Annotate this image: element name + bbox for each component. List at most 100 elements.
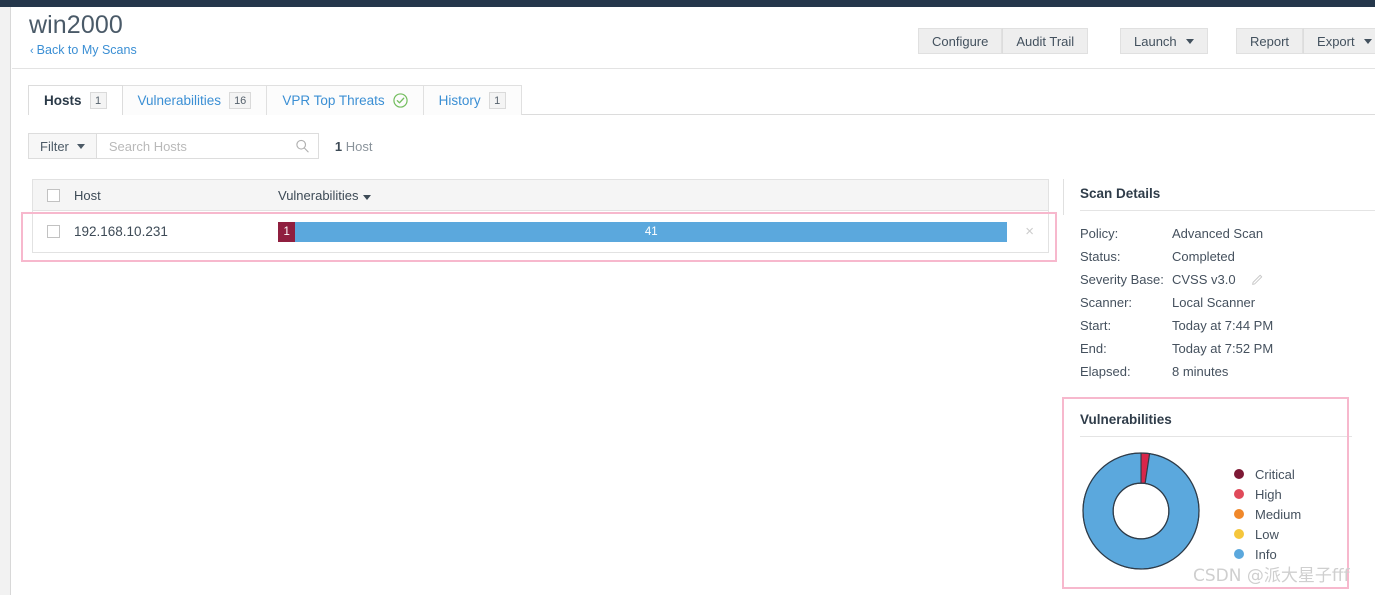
chart-legend: Critical High Medium Low Info bbox=[1234, 464, 1301, 564]
legend-dot-medium bbox=[1234, 509, 1244, 519]
tab-history-label: History bbox=[438, 93, 481, 108]
chevron-down-icon bbox=[76, 143, 85, 149]
left-rail bbox=[0, 7, 11, 595]
remove-host-icon[interactable]: × bbox=[1025, 224, 1034, 239]
detail-value-end: Today at 7:52 PM bbox=[1172, 341, 1274, 356]
export-button-label: Export bbox=[1317, 33, 1355, 49]
host-count-number: 1 bbox=[334, 138, 343, 154]
back-to-my-scans-link[interactable]: ‹ Back to My Scans bbox=[30, 43, 137, 57]
legend-item-critical[interactable]: Critical bbox=[1234, 464, 1301, 484]
tab-hosts-badge: 1 bbox=[89, 92, 107, 109]
chevron-down-icon bbox=[1363, 38, 1372, 44]
chevron-left-icon: ‹ bbox=[30, 45, 34, 57]
detail-label-severity-base: Severity Base: bbox=[1080, 272, 1164, 287]
row-checkbox[interactable] bbox=[47, 225, 60, 238]
column-header-host[interactable]: Host bbox=[74, 188, 278, 203]
detail-value-scanner: Local Scanner bbox=[1172, 295, 1256, 310]
detail-row-end: End: Today at 7:52 PM bbox=[1080, 337, 1375, 360]
vulnerabilities-chart-area: Critical High Medium Low Info bbox=[1080, 450, 1352, 572]
bar-segment-critical[interactable]: 1 bbox=[278, 221, 296, 242]
pencil-icon[interactable] bbox=[1250, 273, 1264, 287]
detail-row-start: Start: Today at 7:44 PM bbox=[1080, 314, 1375, 337]
detail-label-status: Status: bbox=[1080, 249, 1121, 264]
detail-label-end: End: bbox=[1080, 341, 1107, 356]
search-icon[interactable] bbox=[295, 138, 310, 159]
configure-button[interactable]: Configure bbox=[918, 28, 1003, 54]
legend-item-low[interactable]: Low bbox=[1234, 524, 1301, 544]
detail-label-policy: Policy: bbox=[1080, 226, 1119, 241]
detail-value-start: Today at 7:44 PM bbox=[1172, 318, 1274, 333]
scan-details-panel: Scan Details Policy: Advanced Scan Statu… bbox=[1080, 186, 1375, 383]
audit-trail-button[interactable]: Audit Trail bbox=[1002, 28, 1089, 54]
detail-row-scanner: Scanner: Local Scanner bbox=[1080, 291, 1375, 314]
detail-row-status: Status: Completed bbox=[1080, 245, 1375, 268]
detail-label-elapsed: Elapsed: bbox=[1080, 364, 1131, 379]
select-all-checkbox[interactable] bbox=[47, 188, 60, 202]
legend-label-critical: Critical bbox=[1255, 466, 1295, 482]
tab-vulnerabilities-badge: 16 bbox=[229, 92, 252, 109]
detail-label-start: Start: bbox=[1080, 318, 1112, 333]
bar-segment-info-count: 41 bbox=[644, 225, 658, 238]
page-header: win2000 ‹ Back to My Scans Configure Audi… bbox=[12, 7, 1375, 69]
legend-label-info: Info bbox=[1255, 546, 1277, 562]
row-select-cell bbox=[33, 225, 74, 238]
filter-bar: Filter 1 Host bbox=[28, 133, 372, 159]
tab-history[interactable]: History 1 bbox=[423, 85, 522, 115]
bar-segment-critical-count: 1 bbox=[283, 225, 290, 238]
configure-button-label: Configure bbox=[932, 33, 989, 49]
vulnerability-severity-bar[interactable]: 1 41 bbox=[278, 221, 1007, 242]
scan-details-title: Scan Details bbox=[1080, 186, 1161, 201]
legend-dot-high bbox=[1234, 489, 1244, 499]
cell-host[interactable]: 192.168.10.231 bbox=[74, 224, 278, 239]
legend-dot-critical bbox=[1234, 469, 1244, 479]
header-button-group-launch: Launch bbox=[1120, 28, 1208, 54]
filter-button[interactable]: Filter bbox=[28, 133, 97, 159]
vulnerabilities-panel-divider bbox=[1080, 436, 1352, 437]
search-hosts-field[interactable] bbox=[96, 133, 319, 159]
header-button-group-output: Report Export bbox=[1236, 28, 1375, 54]
detail-value-severity-base: CVSS v3.0 bbox=[1172, 272, 1236, 287]
sort-desc-icon bbox=[363, 194, 372, 200]
host-count: 1 Host bbox=[335, 139, 373, 154]
watermark: CSDN @派大星子fff bbox=[1193, 566, 1350, 586]
report-button-label: Report bbox=[1250, 33, 1290, 49]
scan-results-page: win2000 ‹ Back to My Scans Configure Audi… bbox=[0, 0, 1375, 595]
donut-inner-ring bbox=[1112, 482, 1170, 540]
tab-vpr-top-threats[interactable]: VPR Top Threats bbox=[267, 85, 424, 115]
filter-button-label: Filter bbox=[40, 138, 69, 154]
detail-value-policy: Advanced Scan bbox=[1172, 226, 1264, 241]
hosts-table: Host Vulnerabilities 192.168.10.231 1 41… bbox=[32, 179, 1049, 253]
launch-button-label: Launch bbox=[1134, 33, 1177, 49]
export-button[interactable]: Export bbox=[1303, 28, 1375, 54]
legend-dot-low bbox=[1234, 529, 1244, 539]
table-row[interactable]: 192.168.10.231 1 41 × bbox=[32, 211, 1049, 253]
audit-trail-button-label: Audit Trail bbox=[1016, 33, 1075, 49]
report-button[interactable]: Report bbox=[1236, 28, 1304, 54]
detail-row-elapsed: Elapsed: 8 minutes bbox=[1080, 360, 1375, 383]
check-circle-icon bbox=[392, 93, 408, 108]
bar-segment-info[interactable]: 41 bbox=[295, 221, 1007, 242]
tab-vulnerabilities[interactable]: Vulnerabilities 16 bbox=[122, 85, 268, 115]
page-title: win2000 bbox=[29, 11, 123, 39]
tab-hosts-label: Hosts bbox=[44, 93, 82, 108]
back-link-label: Back to My Scans bbox=[36, 43, 137, 57]
panel-divider bbox=[1063, 179, 1064, 215]
legend-label-medium: Medium bbox=[1255, 506, 1302, 522]
column-header-vulnerabilities[interactable]: Vulnerabilities bbox=[278, 188, 372, 203]
launch-button[interactable]: Launch bbox=[1120, 28, 1208, 54]
tab-hosts[interactable]: Hosts 1 bbox=[28, 85, 123, 115]
legend-label-low: Low bbox=[1255, 526, 1279, 542]
tab-bar: Hosts 1 Vulnerabilities 16 VPR Top Threa… bbox=[28, 85, 522, 115]
vulnerabilities-panel: Vulnerabilities Critical High Medium Low… bbox=[1080, 412, 1352, 572]
vulnerabilities-panel-title: Vulnerabilities bbox=[1080, 412, 1172, 427]
detail-row-severity-base: Severity Base: CVSS v3.0 bbox=[1080, 268, 1375, 291]
tab-vpr-top-threats-label: VPR Top Threats bbox=[282, 93, 385, 108]
legend-item-high[interactable]: High bbox=[1234, 484, 1301, 504]
detail-label-scanner: Scanner: bbox=[1080, 295, 1133, 310]
detail-row-policy: Policy: Advanced Scan bbox=[1080, 222, 1375, 245]
search-input[interactable] bbox=[106, 137, 292, 155]
header-button-group-primary: Configure Audit Trail bbox=[918, 28, 1089, 54]
chevron-down-icon bbox=[1185, 38, 1194, 44]
vulnerabilities-donut-chart[interactable] bbox=[1080, 450, 1202, 572]
legend-item-medium[interactable]: Medium bbox=[1234, 504, 1301, 524]
